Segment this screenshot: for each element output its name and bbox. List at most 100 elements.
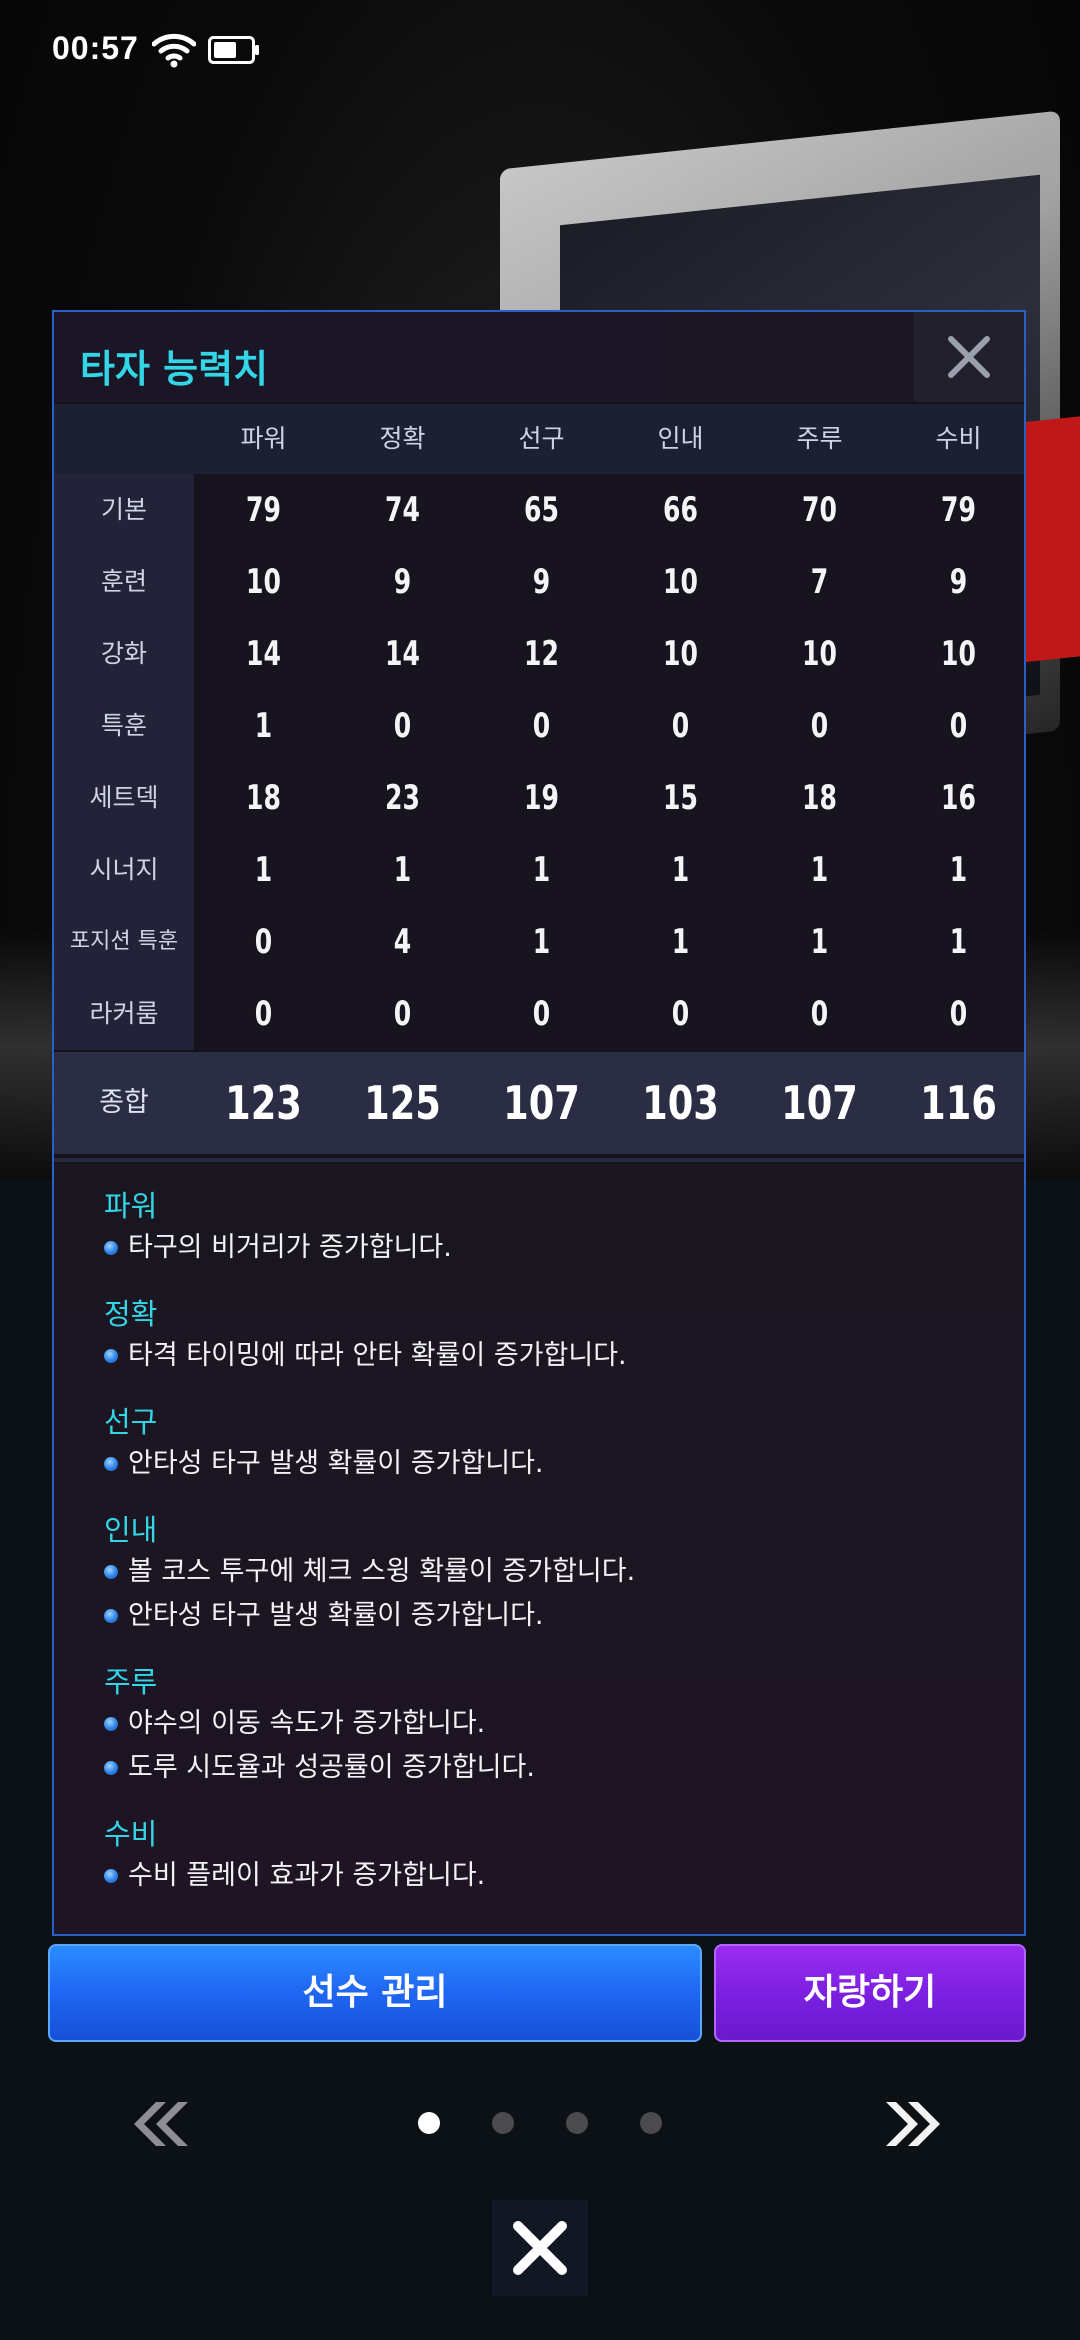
description-section: 수비수비 플레이 효과가 증가합니다.	[104, 1814, 485, 1898]
bullet-icon	[104, 1609, 118, 1623]
stat-cell: 1	[671, 922, 690, 962]
description-title: 선구	[104, 1405, 158, 1439]
row-values: 0 4 1 1 1 1	[194, 906, 1024, 978]
stat-cell: 1	[532, 922, 551, 962]
table-row: 강화 14 14 12 10 10 10	[54, 618, 1024, 690]
stat-cell: 1	[532, 850, 551, 890]
description-text: 도루 시도율과 성공률이 증가합니다.	[128, 1752, 535, 1783]
stat-cell: 1	[671, 850, 690, 890]
stat-cell: 79	[941, 490, 976, 530]
description-section: 정확 타격 타이밍에 따라 안타 확률이 증가합니다.	[104, 1294, 627, 1378]
stat-cell: 0	[949, 994, 968, 1034]
stat-cell: 0	[393, 706, 412, 746]
bullet-icon	[104, 1457, 118, 1471]
stat-cell: 7	[810, 562, 829, 602]
stat-cell: 9	[393, 562, 412, 602]
description-section: 주루 야수의 이동 속도가 증가합니다. 도루 시도율과 성공률이 증가합니다.	[104, 1662, 535, 1790]
battery-icon	[208, 36, 259, 64]
page-dot[interactable]	[640, 2112, 662, 2134]
stats-table-body: 기본 79 74 65 66 70 79 훈련 10 9 9 10 7 9 강화 14 14 12 10 10 10 특훈…	[54, 474, 1024, 1050]
stat-cell: 10	[941, 634, 976, 674]
player-manage-button[interactable]: 선수 관리	[48, 1944, 702, 2042]
next-page-icon[interactable]	[884, 2098, 948, 2150]
column-header: 인내	[657, 424, 704, 453]
row-values: 10 9 9 10 7 9	[194, 546, 1024, 618]
dialog-header: 타자 능력치	[54, 312, 1024, 402]
batter-stats-dialog: 타자 능력치 파워 정확 선구 인내 주루 수비 기본 79 74 65 66 70 79 훈…	[52, 310, 1026, 1936]
total-cell: 123	[225, 1076, 302, 1130]
stat-cell: 0	[810, 706, 829, 746]
description-section: 파워 타구의 비거리가 증가합니다.	[104, 1186, 452, 1270]
bullet-icon	[104, 1761, 118, 1775]
stat-cell: 18	[802, 778, 837, 818]
stat-cell: 12	[524, 634, 559, 674]
section-divider	[54, 1158, 1024, 1162]
status-bar: 00:57	[0, 0, 1080, 100]
status-time: 00:57	[52, 30, 139, 66]
table-row: 라커룸 0 0 0 0 0 0	[54, 978, 1024, 1050]
stat-cell: 0	[254, 994, 273, 1034]
page-dot[interactable]	[566, 2112, 588, 2134]
bullet-icon	[104, 1869, 118, 1883]
table-row: 기본 79 74 65 66 70 79	[54, 474, 1024, 546]
column-header: 정확	[379, 424, 426, 453]
row-label: 시너지	[54, 834, 194, 906]
description-item: 도루 시도율과 성공률이 증가합니다.	[104, 1746, 535, 1790]
row-label: 기본	[54, 474, 194, 546]
stat-cell: 1	[949, 850, 968, 890]
description-title: 수비	[104, 1817, 158, 1851]
row-values: 18 23 19 15 18 16	[194, 762, 1024, 834]
stat-cell: 0	[949, 706, 968, 746]
row-label: 포지션 특훈	[54, 906, 194, 978]
description-item: 안타성 타구 발생 확률이 증가합니다.	[104, 1594, 635, 1638]
dialog-title: 타자 능력치	[80, 347, 269, 391]
stat-cell: 70	[802, 490, 837, 530]
table-row: 특훈 1 0 0 0 0 0	[54, 690, 1024, 762]
row-values: 14 14 12 10 10 10	[194, 618, 1024, 690]
close-button[interactable]	[492, 2200, 588, 2296]
stat-cell: 1	[810, 850, 829, 890]
total-cell: 103	[642, 1076, 719, 1130]
row-label: 세트덱	[54, 762, 194, 834]
stat-cell: 0	[810, 994, 829, 1034]
description-section: 선구안타성 타구 발생 확률이 증가합니다.	[104, 1402, 544, 1486]
stat-cell: 10	[663, 634, 698, 674]
table-row: 세트덱 18 23 19 15 18 16	[54, 762, 1024, 834]
total-cell: 107	[781, 1076, 858, 1130]
total-label: 종합	[99, 1087, 149, 1118]
stat-cell: 1	[949, 922, 968, 962]
row-label: 특훈	[54, 690, 194, 762]
page-indicator	[414, 2112, 674, 2136]
stat-cell: 79	[246, 490, 281, 530]
stat-cell: 9	[532, 562, 551, 602]
description-text: 안타성 타구 발생 확률이 증가합니다.	[128, 1448, 544, 1479]
table-row: 시너지 1 1 1 1 1 1	[54, 834, 1024, 906]
row-label: 라커룸	[54, 978, 194, 1050]
stat-cell: 10	[246, 562, 281, 602]
stat-cell: 74	[385, 490, 420, 530]
previous-page-icon[interactable]	[126, 2098, 190, 2150]
stat-descriptions[interactable]: 파워 타구의 비거리가 증가합니다. 정확 타격 타이밍에 따라 안타 확률이 증가합…	[54, 1164, 1024, 1934]
stat-cell: 19	[524, 778, 559, 818]
stat-cell: 0	[532, 706, 551, 746]
description-text: 타구의 비거리가 증가합니다.	[128, 1232, 452, 1263]
bullet-icon	[104, 1565, 118, 1579]
close-icon	[513, 2221, 567, 2275]
stat-cell: 1	[810, 922, 829, 962]
column-header: 주루	[796, 424, 843, 453]
dialog-close-button[interactable]	[914, 312, 1024, 402]
stat-cell: 4	[393, 922, 412, 962]
row-label: 강화	[54, 618, 194, 690]
stat-cell: 9	[949, 562, 968, 602]
page-dot[interactable]	[492, 2112, 514, 2134]
row-label: 훈련	[54, 546, 194, 618]
page-dot[interactable]	[418, 2112, 440, 2134]
share-button[interactable]: 자랑하기	[714, 1944, 1026, 2042]
description-text: 수비 플레이 효과가 증가합니다.	[128, 1860, 486, 1891]
row-values: 1 0 0 0 0 0	[194, 690, 1024, 762]
stat-cell: 14	[385, 634, 420, 674]
stat-cell: 10	[663, 562, 698, 602]
stat-cell: 0	[532, 994, 551, 1034]
stats-table: 파워 정확 선구 인내 주루 수비 기본 79 74 65 66 70 79 훈련 10 9 9 10…	[54, 404, 1024, 1154]
description-title: 인내	[104, 1513, 158, 1547]
